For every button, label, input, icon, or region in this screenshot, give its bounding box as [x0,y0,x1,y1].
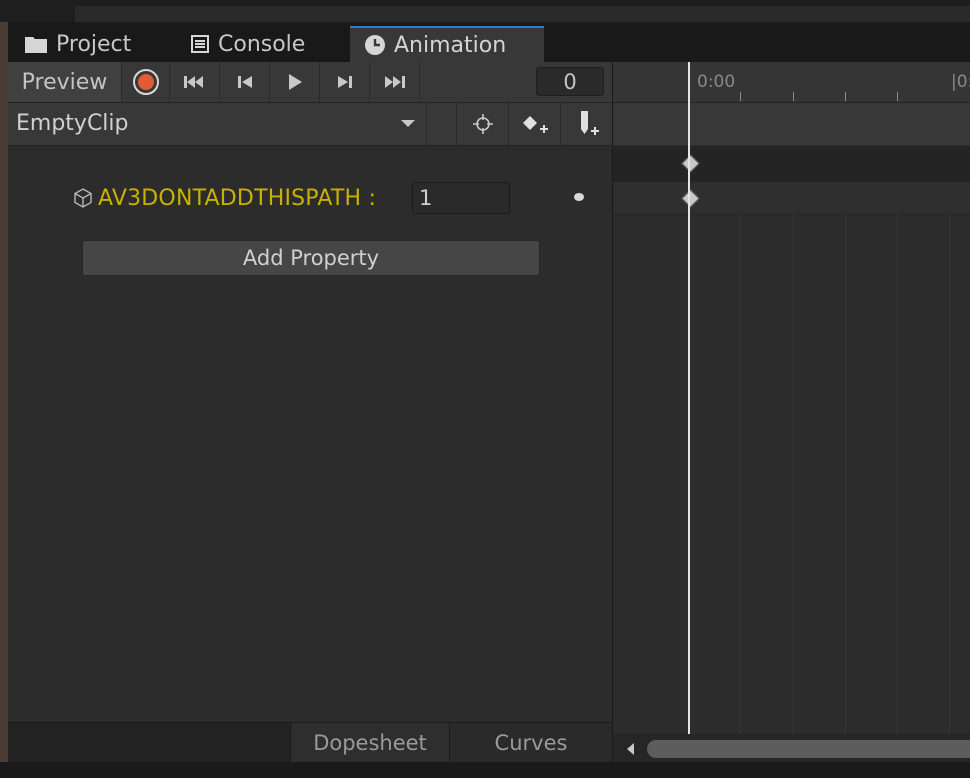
property-panel: AV3DONTADDTHISPATH : 1 Add Property [8,146,612,722]
filter-by-selection-button[interactable] [456,103,508,145]
scrollbar-thumb[interactable] [647,740,970,758]
record-button[interactable] [122,62,170,102]
grid-line [793,214,794,734]
previous-keyframe-button[interactable] [220,62,270,102]
property-options-dot[interactable] [574,193,584,201]
summary-keyframe[interactable] [681,154,700,173]
next-keyframe-icon [337,76,352,88]
tab-console[interactable]: Console [176,26,346,62]
curves-label: Curves [494,731,568,755]
cube-icon [74,188,92,208]
add-property-button[interactable]: Add Property [82,240,540,276]
previous-keyframe-icon [237,76,252,88]
events-track[interactable] [613,103,970,145]
filter-by-selection-icon [472,114,493,134]
add-event-icon [580,111,599,135]
folder-icon [25,37,47,53]
clip-dropdown[interactable]: EmptyClip [16,111,129,136]
window-bottom-strip [0,762,970,778]
grid-line [740,214,741,734]
clock-icon [365,35,385,55]
add-keyframe-icon [522,116,548,133]
add-keyframe-button[interactable] [508,103,560,145]
view-mode-bar: Dopesheet Curves [8,722,612,763]
first-keyframe-icon [183,76,203,88]
next-keyframe-button[interactable] [320,62,370,102]
property-keyframe[interactable] [681,189,700,208]
dopesheet-tab[interactable]: Dopesheet [290,723,450,763]
timeline-area[interactable]: 0:00 |0: [612,62,970,762]
grid-line [845,214,846,734]
tab-project[interactable]: Project [10,26,170,62]
tab-label: Console [218,31,306,57]
tab-bar: Project Console Animation [8,22,970,62]
playhead[interactable] [688,62,690,734]
preview-toggle[interactable]: Preview [8,62,122,102]
curves-tab[interactable]: Curves [450,723,612,763]
horizontal-scrollbar[interactable] [613,734,970,762]
console-icon [191,35,209,53]
property-path-name: AV3DONTADDTHISPATH : [98,185,377,211]
tab-label: Animation [394,32,507,58]
scroll-left-icon[interactable] [627,743,634,755]
ruler-tick [845,92,846,101]
window-left-edge [0,22,8,762]
last-keyframe-button[interactable] [370,62,420,102]
tab-label: Project [56,31,132,57]
play-icon [288,74,302,90]
clip-spacer [426,103,456,145]
ruler-tick [740,92,741,101]
grid-line [897,214,898,734]
property-row[interactable]: AV3DONTADDTHISPATH : [72,182,376,214]
last-keyframe-icon [384,76,405,88]
tab-animation[interactable]: Animation [350,26,544,62]
grid-line [949,214,950,734]
ruler-label: |0: [951,72,970,92]
clip-selector-row: EmptyClip [8,103,612,146]
add-property-label: Add Property [242,246,380,270]
chevron-down-icon[interactable] [396,111,420,135]
ruler-tick [793,92,794,101]
property-value-field[interactable]: 1 [412,182,510,214]
play-button[interactable] [270,62,320,102]
animation-toolbar: Preview 0 [8,62,612,103]
frame-value: 0 [563,69,577,94]
preview-label: Preview [21,69,108,95]
summary-track[interactable] [613,146,970,182]
time-ruler[interactable]: 0:00 |0: [613,62,970,103]
property-track[interactable] [613,182,970,215]
window-top-strip [0,0,970,22]
add-event-button[interactable] [560,103,612,145]
record-icon [132,69,159,95]
ruler-tick [897,92,898,101]
ruler-label: 0:00 [697,72,736,92]
first-keyframe-button[interactable] [170,62,220,102]
dopesheet-label: Dopesheet [313,731,427,755]
frame-number-field[interactable]: 0 [536,67,604,96]
